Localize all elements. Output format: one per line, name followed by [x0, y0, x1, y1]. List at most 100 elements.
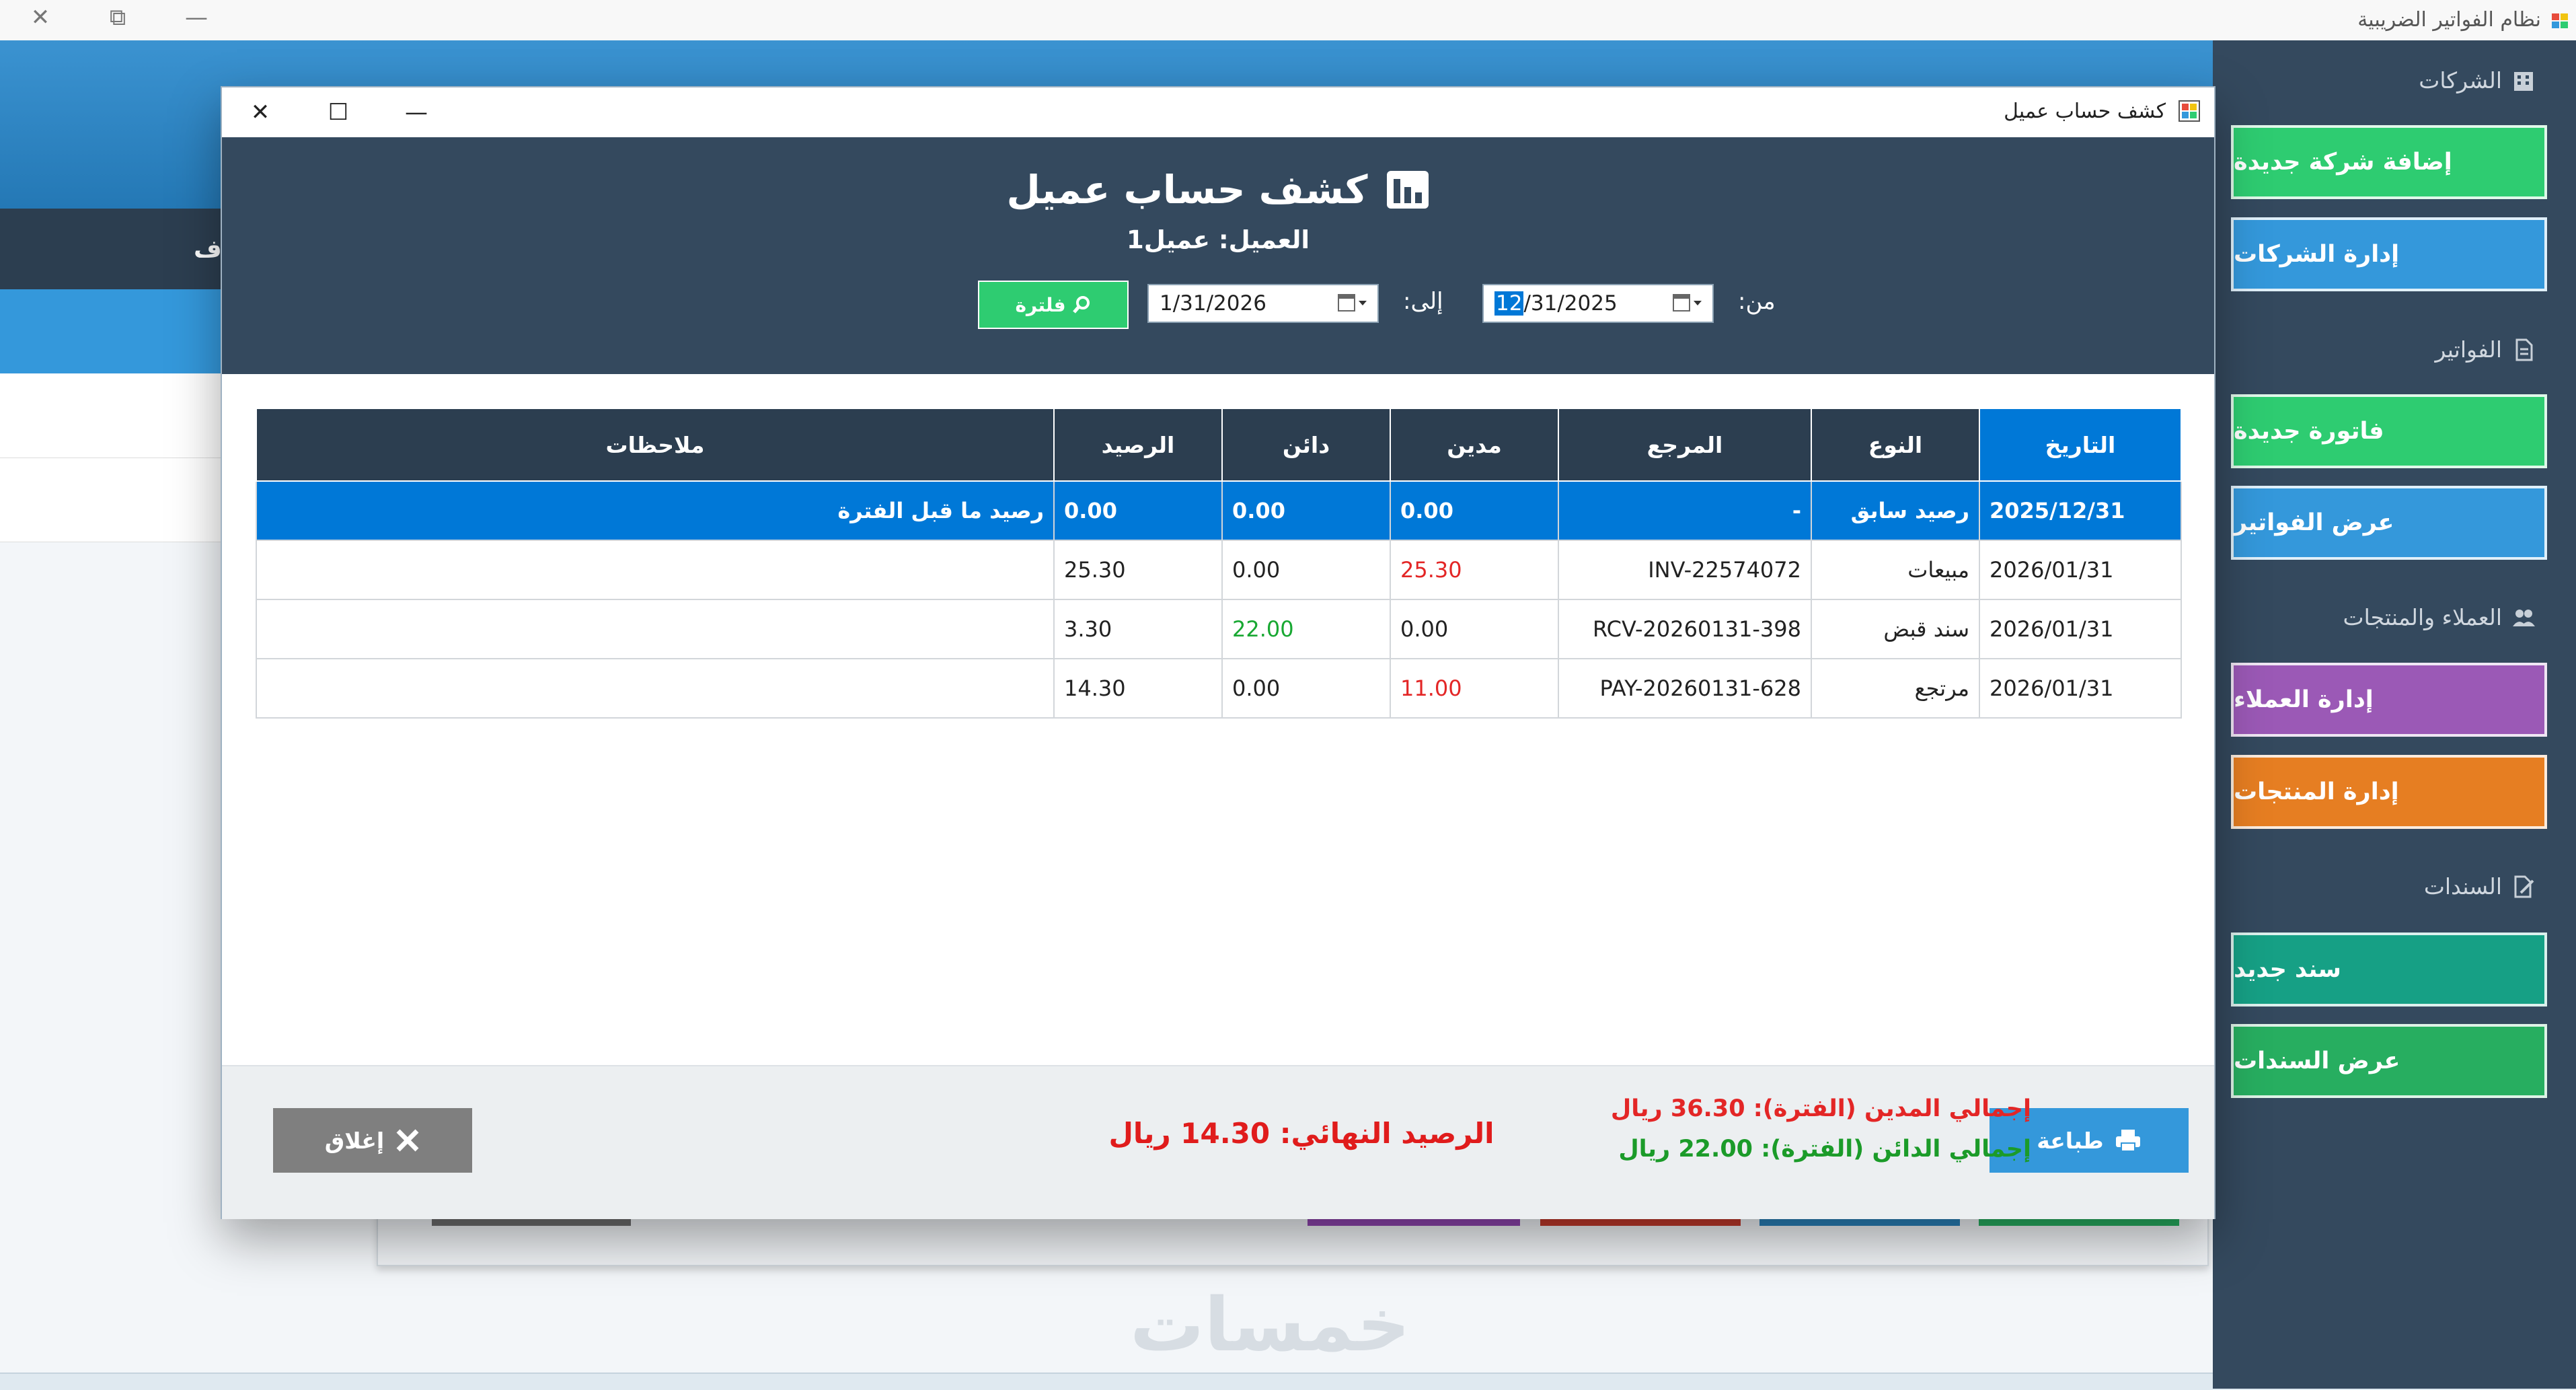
new-invoice-button[interactable]: فاتورة جديدة	[2231, 394, 2547, 468]
main-table-header-text: ف	[194, 235, 222, 263]
section-title: العملاء والمنتجات	[2343, 604, 2503, 630]
cell-reference: PAY-20260131-628	[1558, 658, 1812, 719]
column-header-reference[interactable]: المرجع	[1558, 408, 1812, 482]
cell-reference: RCV-20260131-398	[1558, 599, 1812, 659]
search-icon	[1072, 296, 1090, 314]
to-date-value: 1/31/2026	[1160, 291, 1266, 316]
cell-type: مرتجع	[1811, 658, 1980, 719]
main-table-row[interactable]	[0, 374, 222, 458]
watermark: خمسات	[1130, 1282, 1410, 1368]
section-title: الفواتير	[2435, 336, 2502, 363]
column-header-type[interactable]: النوع	[1811, 408, 1980, 482]
print-button-label: طباعة	[2037, 1127, 2104, 1154]
cell-date: 2026/01/31	[1979, 658, 2182, 719]
cell-date: 2026/01/31	[1979, 540, 2182, 600]
cell-notes	[256, 658, 1055, 719]
cell-debit: 25.30	[1390, 540, 1559, 600]
main-table-row[interactable]	[0, 458, 222, 542]
cell-debit: 11.00	[1390, 658, 1559, 719]
app-title-bar	[0, 0, 2576, 41]
from-date-picker[interactable]: 12/31/2025	[1482, 284, 1714, 323]
cell-type: رصيد سابق	[1811, 480, 1980, 541]
cell-credit: 0.00	[1221, 540, 1391, 600]
app-minimize-button[interactable]: —	[176, 4, 217, 31]
column-header-credit[interactable]: دائن	[1221, 408, 1391, 482]
from-date-rest: /31/2025	[1523, 291, 1618, 316]
column-header-notes[interactable]: ملاحظات	[256, 408, 1055, 482]
cell-type: مبيعات	[1811, 540, 1980, 600]
cell-reference: INV-22574072	[1558, 540, 1812, 600]
app-title: نظام الفواتير الضريبية	[2357, 8, 2541, 32]
cell-notes	[256, 599, 1055, 659]
dialog-title-bar	[222, 87, 2214, 137]
cell-balance: 0.00	[1053, 480, 1223, 541]
cell-credit: 0.00	[1221, 658, 1391, 719]
section-title: الشركات	[2419, 67, 2502, 94]
printer-icon	[2115, 1130, 2140, 1152]
app-logo-icon	[2552, 13, 2568, 28]
column-header-date[interactable]: التاريخ	[1979, 408, 2182, 482]
edit-document-icon	[2514, 875, 2534, 898]
manage-customers-button[interactable]: إدارة العملاء	[2231, 663, 2547, 737]
dialog-logo-icon	[2179, 100, 2200, 122]
cell-date: 2025/12/31	[1979, 480, 2182, 541]
cell-debit: 0.00	[1390, 599, 1559, 659]
column-header-debit[interactable]: مدين	[1390, 408, 1559, 482]
manage-products-button[interactable]: إدارة المنتجات	[2231, 755, 2547, 829]
statement-table: التاريخ النوع المرجع مدين دائن الرصيد مل…	[256, 408, 2182, 719]
app-restore-button[interactable]: ⧉	[98, 4, 138, 31]
add-company-button[interactable]: إضافة شركة جديدة	[2231, 125, 2547, 199]
app-close-button[interactable]: ✕	[20, 4, 61, 31]
cell-notes: رصيد ما قبل الفترة	[256, 480, 1055, 541]
section-title: السندات	[2423, 873, 2502, 900]
filter-button[interactable]: فلترة	[978, 281, 1129, 329]
final-balance: الرصيد النهائي: 14.30 ريال	[1108, 1117, 1494, 1150]
view-vouchers-button[interactable]: عرض السندات	[2231, 1024, 2547, 1098]
cell-credit: 0.00	[1221, 480, 1391, 541]
calendar-dropdown-icon[interactable]	[1337, 293, 1368, 314]
cell-balance: 25.30	[1053, 540, 1223, 600]
dialog-heading: كشف حساب عميل	[1006, 167, 1368, 213]
customer-name-line: العميل: عميل1	[1126, 225, 1310, 254]
sidebar-section-vouchers: السندات	[2424, 873, 2536, 900]
close-button-label: إغلاق	[324, 1127, 385, 1154]
cell-date: 2026/01/31	[1979, 599, 2182, 659]
users-icon	[2513, 609, 2535, 626]
manage-companies-button[interactable]: إدارة الشركات	[2231, 217, 2547, 291]
table-header-row: التاريخ النوع المرجع مدين دائن الرصيد مل…	[256, 408, 2182, 482]
close-button[interactable]: إغلاق	[273, 1108, 472, 1173]
dialog-minimize-button[interactable]: —	[386, 93, 447, 132]
cell-type: سند قبض	[1811, 599, 1980, 659]
table-row-selected[interactable]: 2025/12/31 رصيد سابق - 0.00 0.00 0.00 رص…	[256, 480, 2182, 541]
cell-credit: 22.00	[1221, 599, 1391, 659]
taskbar	[0, 1373, 2576, 1390]
filter-button-label: فلترة	[1015, 293, 1066, 316]
table-row[interactable]: 2026/01/31 سند قبض RCV-20260131-398 0.00…	[256, 599, 2182, 659]
cell-balance: 14.30	[1053, 658, 1223, 719]
statement-dialog: ✕ ☐ — كشف حساب عميل كشف حساب عميل العميل…	[221, 86, 2215, 1219]
table-row[interactable]: 2026/01/31 مرتجع PAY-20260131-628 11.00 …	[256, 658, 2182, 719]
close-x-icon	[396, 1129, 419, 1152]
dialog-maximize-button[interactable]: ☐	[308, 93, 369, 132]
view-invoices-button[interactable]: عرض الفواتير	[2231, 486, 2547, 560]
dialog-window-title: كشف حساب عميل	[2004, 100, 2166, 123]
dialog-close-button[interactable]: ✕	[230, 93, 291, 132]
building-icon	[2514, 71, 2533, 91]
cell-balance: 3.30	[1053, 599, 1223, 659]
to-label: إلى:	[1403, 288, 1443, 315]
to-date-picker[interactable]: 1/31/2026	[1147, 284, 1379, 323]
main-table-header	[0, 209, 222, 289]
from-date-selected-part: 12	[1494, 291, 1524, 316]
sidebar-section-invoices: الفواتير	[2435, 336, 2536, 363]
dialog-heading-wrap: كشف حساب عميل	[222, 167, 2214, 213]
new-voucher-button[interactable]: سند جديد	[2231, 932, 2547, 1007]
cell-reference: -	[1558, 480, 1812, 541]
column-header-balance[interactable]: الرصيد	[1053, 408, 1223, 482]
cell-notes	[256, 540, 1055, 600]
cell-debit: 0.00	[1390, 480, 1559, 541]
calendar-dropdown-icon[interactable]	[1672, 293, 1703, 314]
table-row[interactable]: 2026/01/31 مبيعات INV-22574072 25.30 0.0…	[256, 540, 2182, 600]
from-label: من:	[1738, 288, 1776, 315]
main-table-selected-row[interactable]	[0, 289, 222, 373]
sidebar-section-companies: الشركات	[2419, 67, 2536, 94]
